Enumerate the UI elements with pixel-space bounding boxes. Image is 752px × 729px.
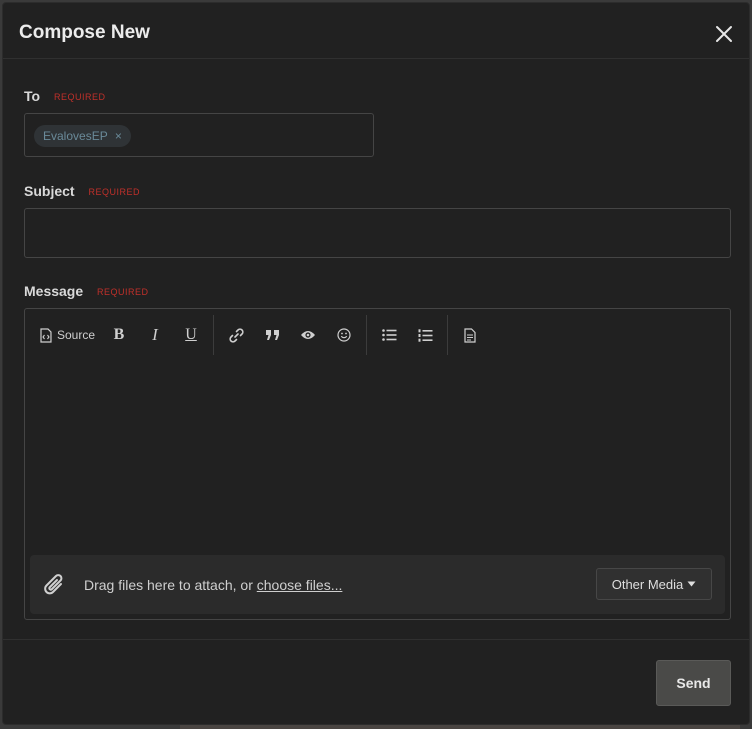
modal-header: Compose New bbox=[3, 3, 749, 59]
quote-button[interactable] bbox=[254, 317, 290, 353]
numbered-list-button[interactable] bbox=[407, 317, 443, 353]
remove-recipient-button[interactable]: × bbox=[115, 129, 122, 143]
toolbar-divider bbox=[213, 315, 214, 355]
send-button[interactable]: Send bbox=[656, 660, 731, 706]
paperclip-icon bbox=[44, 574, 63, 595]
italic-button[interactable]: I bbox=[137, 317, 173, 353]
toolbar-divider bbox=[447, 315, 448, 355]
recipient-tag[interactable]: EvalovesEP × bbox=[34, 125, 131, 147]
attachment-hint: Drag files here to attach, or bbox=[84, 577, 257, 593]
other-media-label: Other Media bbox=[611, 576, 684, 592]
to-label: To REQUIRED bbox=[24, 88, 105, 104]
emoji-button[interactable] bbox=[326, 317, 362, 353]
toolbar-divider bbox=[366, 315, 367, 355]
message-editor[interactable]: Source B I U Drag files here to attach, … bbox=[24, 308, 731, 620]
bulleted-list-icon bbox=[381, 329, 396, 341]
drafts-button[interactable] bbox=[452, 317, 488, 353]
underline-button[interactable]: U bbox=[173, 317, 209, 353]
attachment-area[interactable]: Drag files here to attach, or choose fil… bbox=[30, 555, 725, 614]
close-icon bbox=[716, 26, 732, 42]
numbered-list-icon bbox=[418, 328, 432, 342]
eye-icon bbox=[301, 331, 315, 339]
editor-toolbar: Source B I U bbox=[33, 315, 488, 355]
other-media-button[interactable]: Other Media bbox=[596, 568, 712, 600]
subject-input[interactable] bbox=[24, 208, 731, 258]
source-button[interactable]: Source bbox=[33, 317, 101, 353]
close-button[interactable] bbox=[715, 25, 733, 43]
required-badge: REQUIRED bbox=[53, 92, 106, 102]
caret-down-icon bbox=[687, 581, 696, 587]
recipient-name: EvalovesEP bbox=[43, 129, 108, 143]
to-field[interactable]: EvalovesEP × bbox=[24, 113, 374, 157]
choose-files-link[interactable]: choose files... bbox=[257, 577, 343, 593]
subject-label-text: Subject bbox=[24, 183, 75, 199]
document-icon bbox=[464, 327, 476, 343]
bulleted-list-button[interactable] bbox=[371, 317, 407, 353]
quote-icon bbox=[265, 329, 279, 340]
source-label: Source bbox=[56, 328, 95, 342]
preview-button[interactable] bbox=[290, 317, 326, 353]
message-label-text: Message bbox=[24, 283, 84, 299]
required-badge: REQUIRED bbox=[97, 287, 149, 297]
insert-link-button[interactable] bbox=[218, 317, 254, 353]
message-label: Message REQUIRED bbox=[24, 283, 149, 299]
source-code-icon bbox=[40, 327, 52, 343]
compose-modal: Compose New To REQUIRED EvalovesEP × Sub… bbox=[2, 2, 750, 725]
subject-label: Subject REQUIRED bbox=[24, 183, 140, 199]
link-icon bbox=[228, 327, 244, 343]
to-label-text: To bbox=[24, 88, 41, 104]
required-badge: REQUIRED bbox=[88, 187, 140, 197]
bold-button[interactable]: B bbox=[101, 317, 137, 353]
modal-title: Compose New bbox=[19, 22, 150, 43]
footer-divider bbox=[3, 639, 749, 640]
smiley-icon bbox=[337, 328, 351, 342]
attachment-text: Drag files here to attach, or choose fil… bbox=[84, 577, 342, 593]
